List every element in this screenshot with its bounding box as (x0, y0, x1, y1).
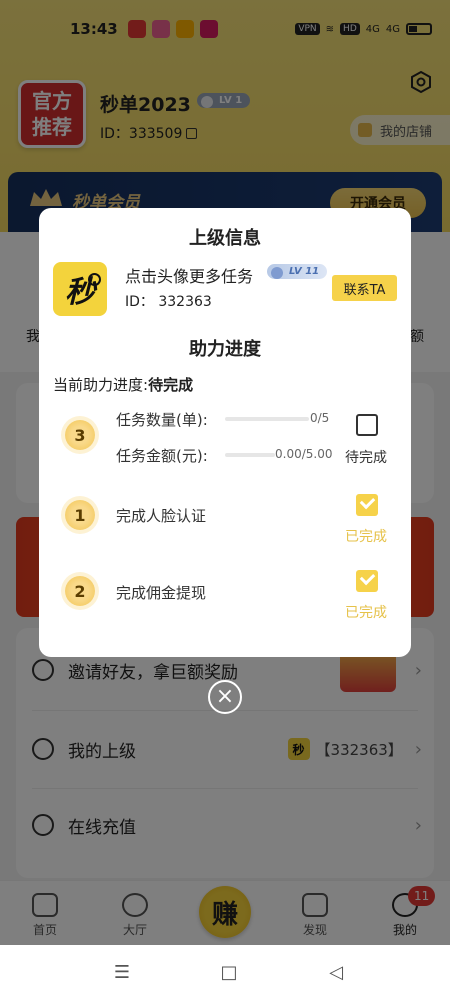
assist-progress-title: 助力进度 (189, 339, 261, 360)
system-nav-bar: ☰ □ ◁ (0, 945, 450, 1000)
task-number-badge: 3 (65, 420, 95, 450)
task-checkbox-checked (356, 570, 378, 592)
superior-level-badge: LV 11 (267, 264, 328, 279)
quantity-progress-bar (225, 417, 309, 421)
progress-value: 待完成 (148, 376, 194, 394)
task-number-badge: 1 (65, 500, 95, 530)
superior-id: ID： 332363 (125, 294, 212, 310)
amount-progress-value: 0.00/5.00 (275, 447, 333, 461)
task-checkbox-checked (356, 494, 378, 516)
progress-label: 当前助力进度: (53, 376, 149, 394)
current-progress: 当前助力进度:待完成 (53, 374, 193, 395)
close-icon[interactable]: × (208, 680, 242, 714)
amount-progress-bar (225, 453, 275, 457)
task-face-verify-label: 完成人脸认证 (116, 507, 207, 525)
quantity-progress-value: 0/5 (310, 411, 330, 425)
task-status: 已完成 (345, 529, 387, 545)
superior-info-dialog: 上级信息 秒 点击头像更多任务 LV 11 ID： 332363 联系TA 助力… (39, 208, 411, 657)
menu-icon[interactable]: ☰ (112, 963, 132, 983)
task-number-badge: 2 (65, 576, 95, 606)
task-quantity-label: 任务数量(单): (116, 411, 208, 429)
home-square-icon[interactable]: □ (219, 963, 239, 983)
circle-icon (88, 273, 101, 286)
task-status: 已完成 (345, 605, 387, 621)
contact-button[interactable]: 联系TA (332, 275, 397, 301)
task-amount-label: 任务金额(元): (116, 447, 208, 465)
superior-name: 点击头像更多任务 (125, 267, 254, 286)
back-icon[interactable]: ◁ (326, 963, 346, 983)
dialog-title: 上级信息 (189, 228, 261, 249)
task-withdraw-label: 完成佣金提现 (116, 584, 207, 602)
superior-avatar[interactable]: 秒 (53, 262, 107, 316)
task-status: 待完成 (345, 450, 387, 466)
task-checkbox[interactable] (356, 414, 378, 436)
